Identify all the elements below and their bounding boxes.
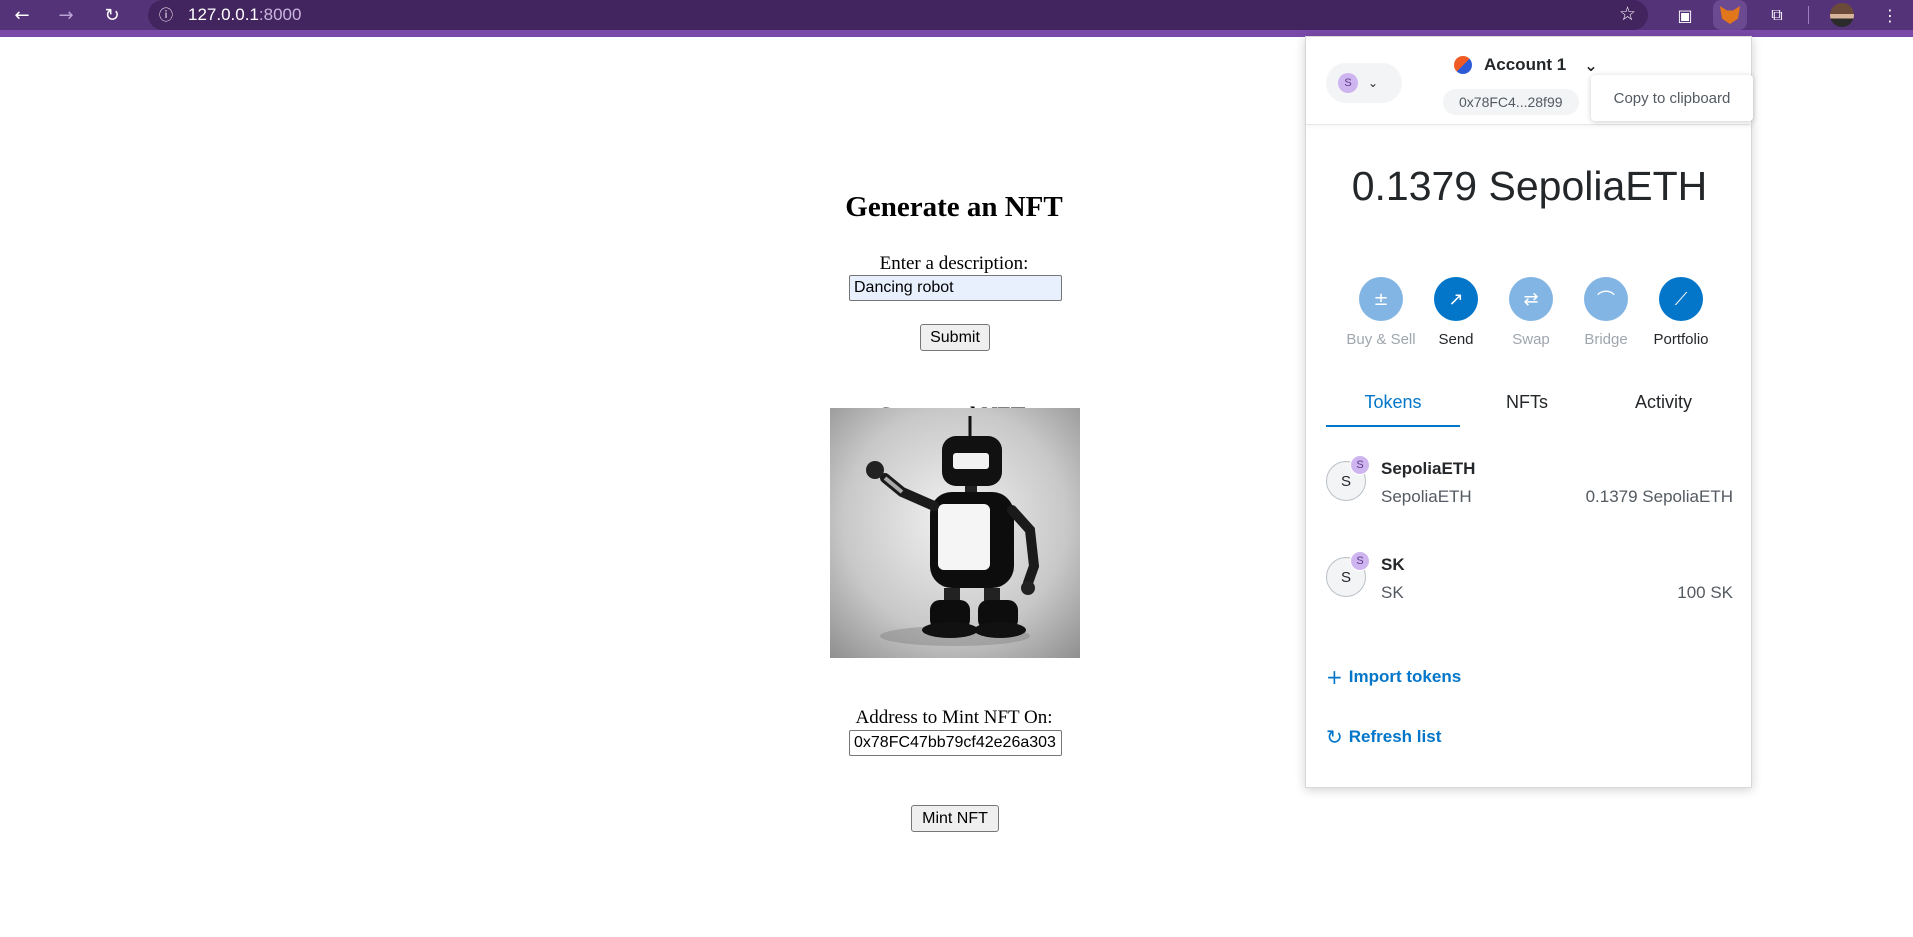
address-label: Address to Mint NFT On: — [855, 707, 1053, 728]
description-label: Enter a description: — [879, 253, 1029, 274]
more-menu-icon[interactable]: ⋮ — [1873, 0, 1907, 30]
account-picker[interactable]: Account 1 ⌄ — [1454, 55, 1598, 75]
buy-sell-icon: ± — [1359, 277, 1403, 321]
address-bar[interactable]: ⓘ 127.0.0.1:8000 ☆ — [148, 0, 1648, 30]
site-info-icon[interactable]: ⓘ — [154, 3, 178, 27]
tab-tokens[interactable]: Tokens — [1326, 385, 1460, 427]
page-title: Generate an NFT — [845, 191, 1063, 223]
extensions-puzzle-icon[interactable]: ⧉ — [1760, 0, 1794, 30]
token-symbol: SK — [1381, 583, 1404, 602]
account-avatar — [1454, 56, 1472, 74]
bridge-button[interactable]: ⌒ Bridge — [1571, 277, 1641, 348]
description-input[interactable]: Dancing robot — [849, 275, 1062, 301]
swap-button[interactable]: ⇄ Swap — [1496, 277, 1566, 348]
bridge-icon: ⌒ — [1584, 277, 1628, 321]
refresh-list-label: Refresh list — [1348, 727, 1442, 746]
profile-avatar[interactable] — [1825, 0, 1859, 30]
network-badge: S — [1350, 455, 1370, 475]
buy-sell-button[interactable]: ± Buy & Sell — [1346, 277, 1416, 348]
account-name: Account 1 — [1484, 55, 1567, 74]
metamask-fox-icon[interactable] — [1713, 0, 1747, 30]
send-label: Send — [1438, 331, 1474, 348]
tab-activity[interactable]: Activity — [1594, 385, 1733, 427]
address-input[interactable]: 0x78FC47bb79cf42e26a303 — [849, 730, 1062, 756]
token-name: SepoliaETH — [1381, 459, 1476, 478]
robot-image — [866, 416, 1040, 646]
token-row-sk[interactable]: S S SK SK 100 SK — [1326, 551, 1733, 621]
account-balance: 0.1379 SepoliaETH — [1351, 163, 1708, 209]
buy-sell-label: Buy & Sell — [1346, 331, 1416, 348]
send-arrow-icon: ↗ — [1434, 277, 1478, 321]
portfolio-label: Portfolio — [1653, 331, 1709, 348]
metamask-popup: S ⌄ Account 1 ⌄ 0x78FC4...28f99 Copy to … — [1305, 36, 1753, 788]
tab-nfts[interactable]: NFTs — [1460, 385, 1594, 427]
plus-icon: + — [1326, 665, 1343, 689]
refresh-icon: ↻ — [1326, 725, 1343, 749]
swap-label: Swap — [1512, 331, 1550, 348]
refresh-list-link[interactable]: ↻ Refresh list — [1326, 725, 1441, 749]
browser-toolbar: ← → ↻ ⓘ 127.0.0.1:8000 ☆ ▣ ⧉ ⋮ — [0, 0, 1913, 37]
mint-nft-button[interactable]: Mint NFT — [911, 805, 999, 832]
token-balance: 0.1379 SepoliaETH — [1585, 487, 1733, 506]
asset-tabs: Tokens NFTs Activity — [1326, 385, 1733, 427]
chevron-down-icon: ⌄ — [1584, 55, 1598, 75]
network-badge: S — [1350, 551, 1370, 571]
bridge-label: Bridge — [1584, 331, 1628, 348]
extension-icon[interactable]: ▣ — [1668, 0, 1702, 30]
back-arrow-icon[interactable]: ← — [4, 0, 40, 30]
token-symbol: SepoliaETH — [1381, 487, 1472, 506]
network-avatar: S — [1338, 73, 1358, 93]
forward-arrow-icon[interactable]: → — [48, 0, 84, 30]
portfolio-chart-icon: ⟋ — [1659, 277, 1703, 321]
network-picker[interactable]: S ⌄ — [1326, 63, 1402, 103]
copy-tooltip: Copy to clipboard — [1591, 75, 1753, 121]
import-tokens-link[interactable]: + Import tokens — [1326, 665, 1461, 689]
chevron-down-icon: ⌄ — [1368, 76, 1379, 90]
token-name: SK — [1381, 555, 1405, 574]
send-button[interactable]: ↗ Send — [1421, 277, 1491, 348]
token-balance: 100 SK — [1677, 583, 1733, 602]
import-tokens-label: Import tokens — [1348, 667, 1462, 686]
toolbar-divider — [1808, 6, 1809, 24]
generated-nft-image — [830, 408, 1080, 658]
bookmark-star-icon[interactable]: ☆ — [1619, 3, 1636, 25]
portfolio-button[interactable]: ⟋ Portfolio — [1646, 277, 1716, 348]
address-copy-pill[interactable]: 0x78FC4...28f99 — [1443, 89, 1579, 115]
account-address: 0x78FC4...28f99 — [1459, 94, 1563, 110]
reload-icon[interactable]: ↻ — [94, 0, 130, 30]
url-host: 127.0.0.1 — [188, 5, 259, 24]
url-port: :8000 — [258, 5, 302, 24]
token-row-sepoliaeth[interactable]: S S SepoliaETH SepoliaETH 0.1379 Sepolia… — [1326, 455, 1733, 525]
swap-icon: ⇄ — [1509, 277, 1553, 321]
metamask-header: S ⌄ Account 1 ⌄ 0x78FC4...28f99 Copy to … — [1306, 37, 1753, 125]
submit-button[interactable]: Submit — [920, 324, 990, 351]
